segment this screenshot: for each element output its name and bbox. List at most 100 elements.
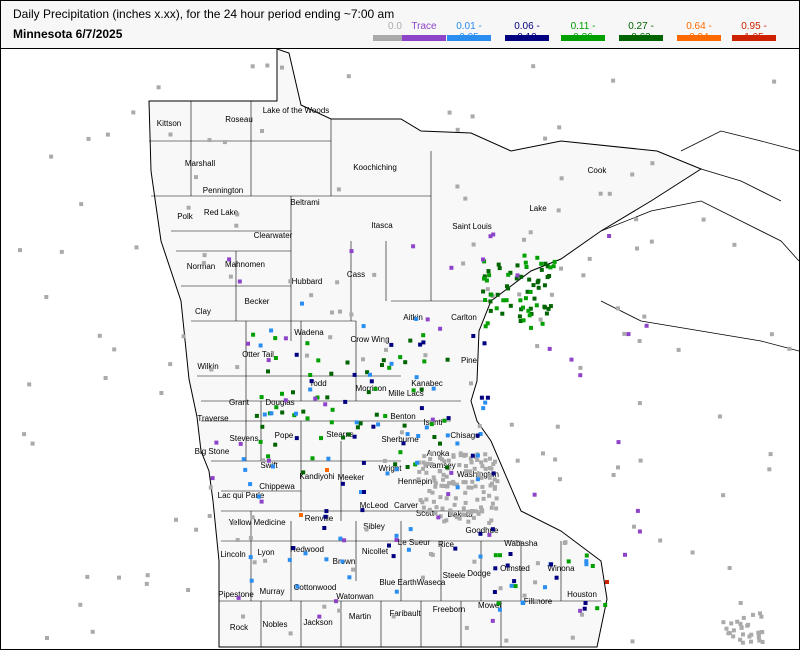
obs-marker: [186, 205, 191, 210]
county-label: Martin: [349, 612, 371, 621]
obs-marker: [422, 454, 427, 459]
obs-marker: [299, 513, 303, 517]
obs-marker: [559, 266, 563, 271]
obs-marker: [323, 514, 328, 519]
obs-marker: [419, 406, 424, 411]
obs-marker: [301, 409, 306, 414]
obs-marker: [455, 127, 460, 132]
obs-marker: [759, 614, 764, 619]
obs-marker: [732, 242, 737, 247]
obs-marker: [269, 328, 274, 333]
obs-marker: [581, 273, 586, 278]
obs-marker: [492, 486, 497, 491]
obs-marker: [260, 129, 264, 133]
obs-marker: [498, 553, 502, 558]
obs-marker: [490, 527, 495, 532]
obs-marker: [371, 424, 376, 429]
obs-marker: [449, 470, 454, 475]
obs-marker: [521, 318, 526, 323]
obs-marker: [44, 295, 49, 299]
obs-marker: [569, 357, 574, 362]
obs-marker: [27, 382, 32, 387]
obs-marker: [430, 417, 435, 422]
obs-marker: [487, 475, 492, 480]
obs-marker: [394, 538, 399, 542]
obs-marker: [416, 434, 421, 438]
obs-marker: [532, 492, 537, 497]
obs-marker: [644, 323, 649, 328]
obs-marker: [582, 606, 587, 611]
obs-marker: [485, 321, 490, 326]
obs-marker: [461, 506, 466, 511]
obs-marker: [464, 464, 468, 468]
obs-marker: [578, 365, 583, 370]
obs-marker: [741, 615, 746, 620]
obs-marker: [381, 358, 386, 363]
obs-marker: [112, 347, 117, 352]
obs-marker: [590, 564, 595, 568]
obs-marker: [398, 450, 403, 455]
obs-marker: [583, 601, 588, 605]
obs-marker: [361, 324, 366, 329]
county-label: Rock: [230, 623, 249, 632]
obs-marker: [249, 578, 254, 583]
obs-marker: [258, 439, 263, 444]
obs-marker: [506, 286, 511, 291]
obs-marker: [361, 460, 366, 465]
obs-marker: [475, 477, 480, 482]
obs-marker: [364, 527, 369, 532]
obs-marker: [584, 553, 589, 558]
obs-marker: [757, 638, 762, 643]
obs-marker: [260, 424, 265, 429]
county-label: Morrison: [355, 384, 386, 393]
county-label: Blue Earth: [379, 578, 416, 587]
obs-marker: [538, 317, 543, 322]
obs-marker: [445, 465, 450, 470]
obs-marker: [325, 395, 330, 400]
obs-marker: [429, 422, 434, 427]
obs-marker: [144, 581, 149, 586]
obs-marker: [248, 536, 253, 540]
obs-marker: [431, 386, 436, 391]
obs-marker: [544, 311, 549, 316]
obs-marker: [310, 456, 315, 461]
obs-marker: [319, 436, 323, 441]
obs-marker: [323, 402, 328, 407]
obs-marker: [634, 217, 639, 222]
obs-marker: [283, 398, 288, 403]
obs-marker: [442, 459, 447, 464]
obs-marker: [630, 172, 635, 177]
obs-marker: [90, 629, 95, 634]
obs-marker: [522, 593, 527, 598]
obs-marker: [305, 353, 309, 358]
county-label: Freeborn: [433, 605, 465, 614]
obs-marker: [635, 508, 640, 513]
obs-marker: [493, 566, 498, 571]
obs-marker: [495, 292, 500, 297]
obs-marker: [466, 485, 471, 490]
legend-swatch: [402, 35, 446, 41]
obs-marker: [86, 136, 91, 141]
obs-marker: [760, 630, 765, 635]
obs-marker: [59, 249, 64, 254]
obs-marker: [346, 74, 351, 79]
county-label: Grant: [229, 398, 250, 407]
obs-marker: [434, 505, 439, 510]
obs-marker: [308, 387, 313, 392]
obs-marker: [738, 637, 743, 642]
obs-marker: [425, 317, 430, 322]
obs-marker: [283, 336, 288, 341]
obs-marker: [558, 477, 562, 482]
obs-marker: [534, 303, 539, 308]
obs-marker: [626, 332, 631, 337]
obs-marker: [457, 516, 462, 521]
obs-marker: [446, 492, 451, 497]
obs-marker: [468, 469, 473, 474]
obs-marker: [482, 341, 487, 346]
obs-marker: [324, 509, 329, 514]
legend-label: Trace: [411, 21, 437, 32]
obs-marker: [494, 306, 499, 311]
obs-marker: [414, 316, 419, 321]
county-label: Jackson: [303, 618, 332, 627]
obs-marker: [463, 480, 468, 485]
